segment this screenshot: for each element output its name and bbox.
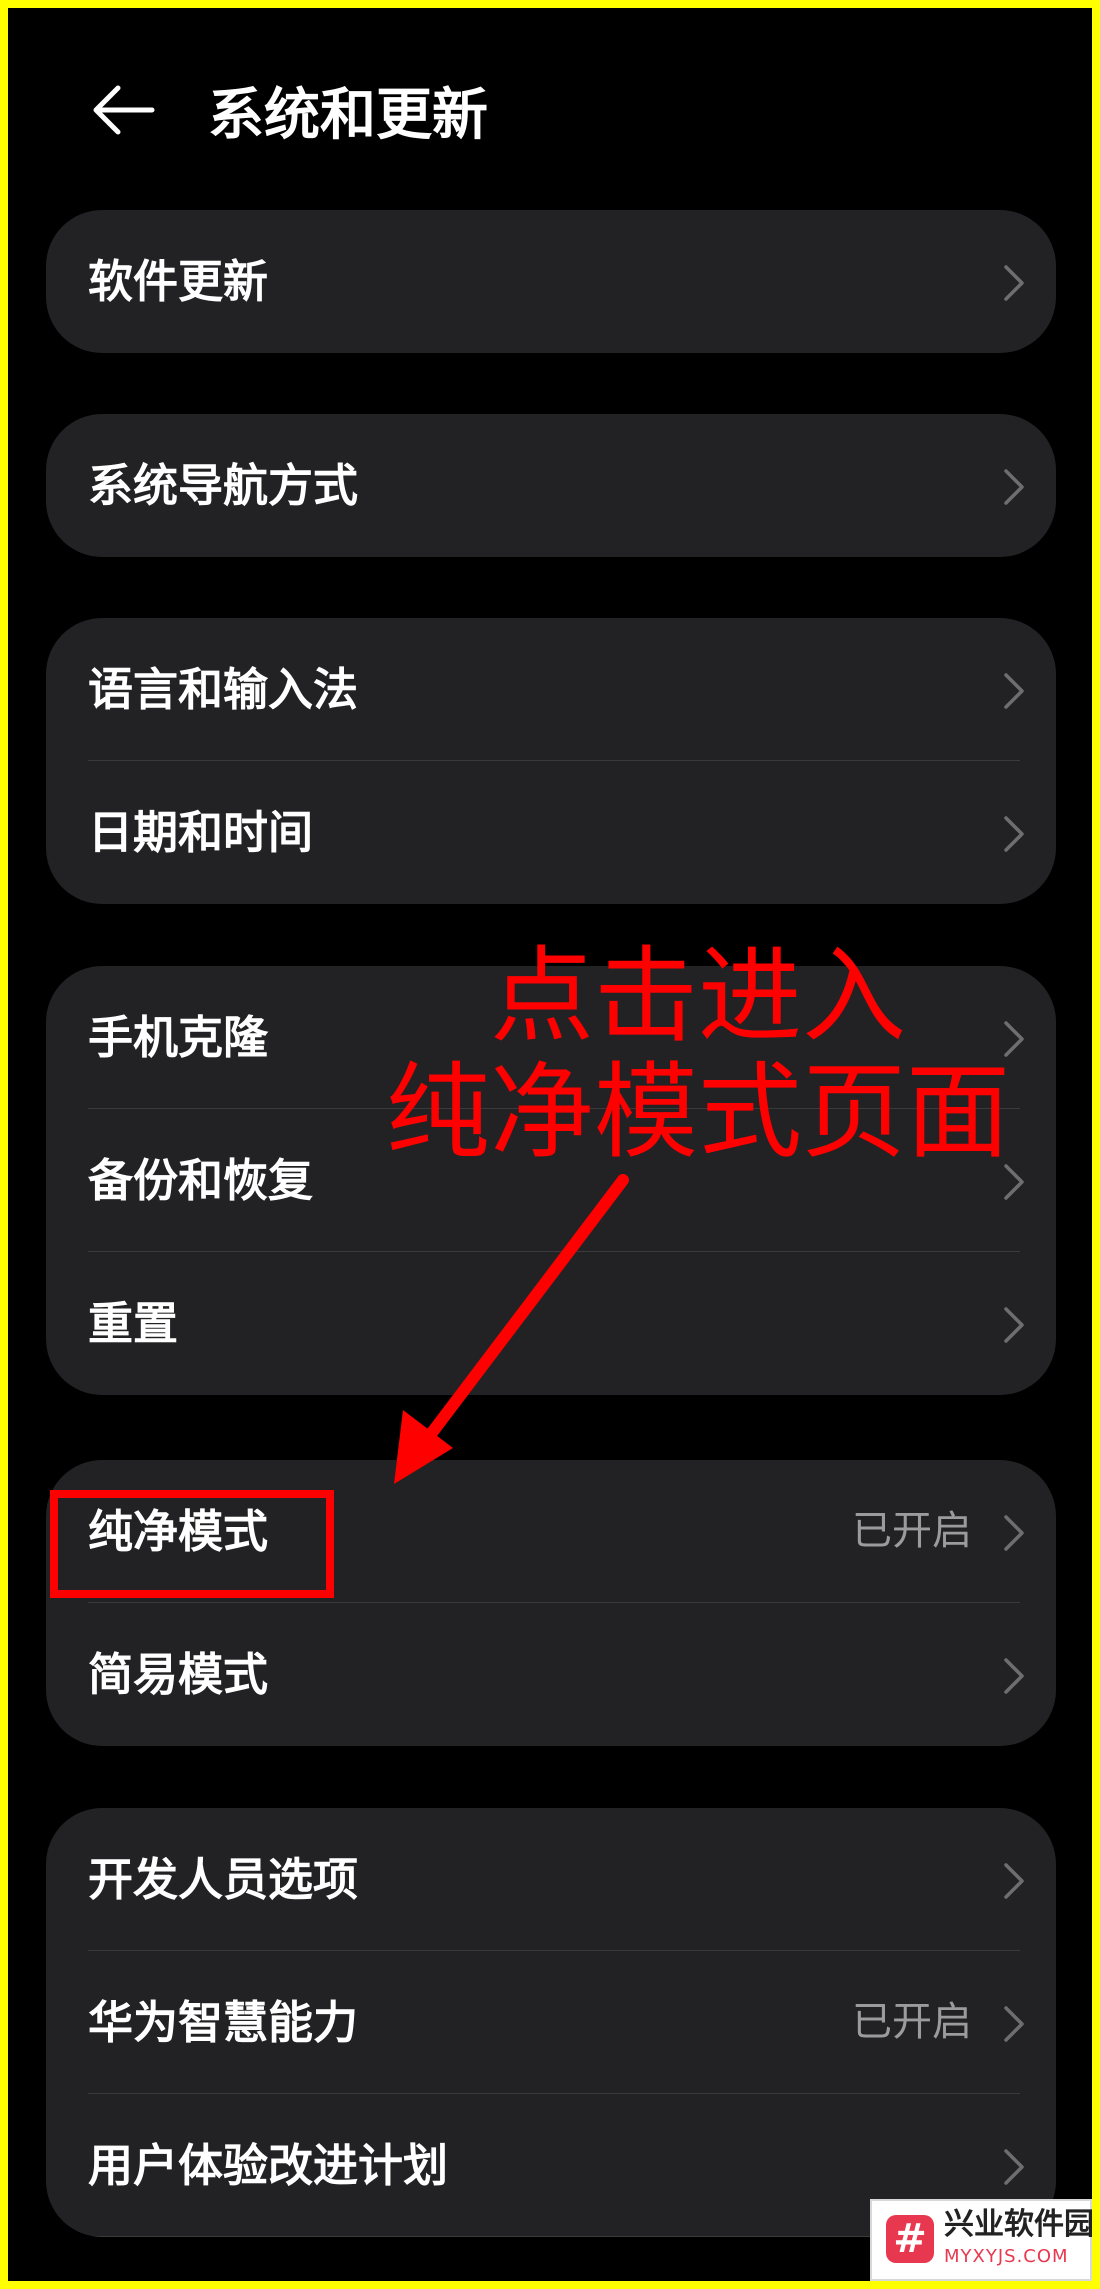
settings-item-simple-mode[interactable]: 简易模式 (46, 1603, 1056, 1746)
settings-item-label: 手机克隆 (88, 1011, 269, 1064)
watermark-logo: # 兴业软件园 MYXYJS.COM (870, 2199, 1092, 2281)
settings-item-label: 备份和恢复 (88, 1154, 314, 1207)
status-text: 已开启 (852, 1508, 972, 1554)
settings-group: 开发人员选项 华为智慧能力 已开启 用户体验改进计划 (46, 1808, 1056, 2237)
watermark-name: 兴业软件园 (944, 2207, 1092, 2242)
chevron-right-icon (1004, 1515, 1024, 1551)
settings-group: 语言和输入法 日期和时间 (46, 618, 1056, 904)
settings-item-label: 系统导航方式 (88, 459, 359, 512)
settings-item-reset[interactable]: 重置 (46, 1252, 1056, 1395)
back-arrow-icon[interactable] (88, 80, 158, 140)
chevron-right-icon (1004, 1658, 1024, 1694)
settings-group: 软件更新 (46, 210, 1056, 353)
settings-item-huawei-intelligence[interactable]: 华为智慧能力 已开启 (46, 1951, 1056, 2094)
chevron-right-icon (1004, 1863, 1024, 1899)
highlight-box (50, 1490, 334, 1598)
settings-screen: 系统和更新 软件更新 系统导航方式 语言和输入法 日期和时间 手机克隆 备份和恢… (8, 8, 1092, 2281)
chevron-right-icon (1004, 816, 1024, 852)
settings-item-label: 华为智慧能力 (88, 1996, 359, 2049)
settings-item-label: 开发人员选项 (88, 1853, 359, 1906)
annotation-line-1: 点击进入 (489, 935, 906, 1057)
chevron-right-icon (1004, 2149, 1024, 2185)
chevron-right-icon (1004, 2006, 1024, 2042)
settings-item-developer-options[interactable]: 开发人员选项 (46, 1808, 1056, 1951)
settings-item-software-update[interactable]: 软件更新 (46, 210, 1056, 353)
site-logo-icon: # (886, 2215, 934, 2263)
settings-item-label: 语言和输入法 (88, 663, 359, 716)
page-title: 系统和更新 (208, 83, 488, 148)
status-text: 已开启 (852, 1999, 972, 2045)
settings-item-date-time[interactable]: 日期和时间 (46, 761, 1056, 904)
settings-item-label: 日期和时间 (88, 806, 314, 859)
annotation-line-2: 纯净模式页面 (385, 1051, 1010, 1173)
settings-item-label: 重置 (88, 1297, 179, 1350)
settings-item-system-navigation[interactable]: 系统导航方式 (46, 414, 1056, 557)
settings-item-label: 简易模式 (88, 1648, 269, 1701)
settings-item-label: 用户体验改进计划 (88, 2139, 449, 2192)
chevron-right-icon (1004, 469, 1024, 505)
watermark-url: MYXYJS.COM (944, 2246, 1069, 2267)
settings-item-label: 软件更新 (88, 255, 269, 308)
chevron-right-icon (1004, 1307, 1024, 1343)
chevron-right-icon (1004, 265, 1024, 301)
settings-item-language-input[interactable]: 语言和输入法 (46, 618, 1056, 761)
settings-group: 系统导航方式 (46, 414, 1056, 557)
annotation-text: 点击进入 纯净模式页面 (338, 938, 1058, 1170)
chevron-right-icon (1004, 673, 1024, 709)
